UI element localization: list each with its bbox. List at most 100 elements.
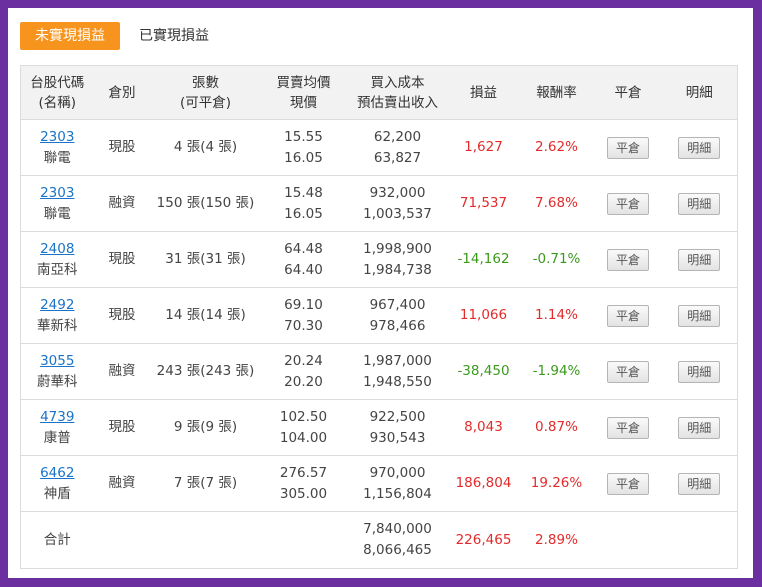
detail-button[interactable]: 明細 (678, 136, 721, 159)
stock-name: 康普 (43, 429, 71, 446)
avg-price: 276.57 (279, 464, 328, 481)
pnl-value: -38,450 (448, 343, 519, 400)
cost-cell: 62,200 63,827 (346, 119, 449, 176)
table-body: 2303 聯電 現股 4 張(4 張) 15.55 16.05 62,200 63,827 1,… (20, 119, 738, 512)
price-cell: 20.24 20.20 (260, 343, 347, 400)
header-cost: 買入成本 預估賣出收入 (346, 65, 449, 120)
category: 融資 (93, 455, 151, 512)
stock-name: 神盾 (43, 485, 71, 502)
table-row: 6462 神盾 融資 7 張(7 張) 276.57 305.00 970,000 1,156… (20, 455, 738, 512)
buy-cost: 970,000 (369, 464, 426, 481)
current-price: 20.20 (284, 373, 323, 390)
stock-name: 蔚華科 (37, 373, 78, 390)
avg-price: 64.48 (284, 240, 323, 257)
stock-cell: 2408 南亞科 (20, 231, 94, 288)
close-cell: 平倉 (594, 175, 662, 232)
header-rate: 報酬率 (518, 65, 595, 120)
total-cost: 7,840,000 (363, 521, 432, 537)
table-row: 4739 康普 現股 9 張(9 張) 102.50 104.00 922,500 930,5… (20, 399, 738, 456)
return-rate: 0.87% (518, 399, 595, 456)
stock-name: 華新科 (37, 317, 78, 334)
detail-cell: 明細 (661, 119, 738, 176)
header-close: 平倉 (594, 65, 662, 120)
detail-cell: 明細 (661, 231, 738, 288)
pnl-value: 71,537 (448, 175, 519, 232)
cost-cell: 932,000 1,003,537 (346, 175, 449, 232)
table-row: 3055 蔚華科 融資 243 張(243 張) 20.24 20.20 1,987,000… (20, 343, 738, 400)
close-cell: 平倉 (594, 287, 662, 344)
tab-bar: 未實現損益 已實現損益 (20, 22, 224, 50)
close-position-button[interactable]: 平倉 (607, 472, 649, 495)
pnl-value: 11,066 (448, 287, 519, 344)
pnl-value: -14,162 (448, 231, 519, 288)
detail-cell: 明細 (661, 175, 738, 232)
shares: 14 張(14 張) (150, 287, 261, 344)
pnl-value: 186,804 (448, 455, 519, 512)
close-cell: 平倉 (594, 119, 662, 176)
detail-button[interactable]: 明細 (678, 248, 721, 271)
buy-cost: 1,987,000 (363, 352, 432, 369)
shares: 7 張(7 張) (150, 455, 261, 512)
close-cell: 平倉 (594, 343, 662, 400)
stock-code-link[interactable]: 2492 (21, 295, 94, 316)
est-revenue: 1,948,550 (363, 373, 432, 390)
avg-price: 15.55 (284, 128, 323, 145)
est-revenue: 978,466 (369, 317, 426, 334)
price-cell: 69.10 70.30 (260, 287, 347, 344)
return-rate: 19.26% (518, 455, 595, 512)
detail-button[interactable]: 明細 (678, 416, 721, 439)
stock-code-link[interactable]: 6462 (21, 463, 94, 484)
tab-unrealized[interactable]: 未實現損益 (20, 22, 120, 50)
close-position-button[interactable]: 平倉 (607, 136, 649, 159)
cost-cell: 967,400 978,466 (346, 287, 449, 344)
pnl-value: 1,627 (448, 119, 519, 176)
stock-code-link[interactable]: 2303 (21, 127, 94, 148)
table-row: 2303 聯電 融資 150 張(150 張) 15.48 16.05 932,000 1,0… (20, 175, 738, 232)
close-position-button[interactable]: 平倉 (607, 192, 649, 215)
tab-realized[interactable]: 已實現損益 (124, 22, 224, 50)
header-detail: 明細 (661, 65, 738, 120)
price-cell: 15.55 16.05 (260, 119, 347, 176)
header-pnl: 損益 (448, 65, 519, 120)
stock-code-link[interactable]: 2408 (21, 239, 94, 260)
category: 融資 (93, 343, 151, 400)
close-position-button[interactable]: 平倉 (607, 304, 649, 327)
close-position-button[interactable]: 平倉 (607, 360, 649, 383)
avg-price: 102.50 (279, 408, 328, 425)
stock-code-link[interactable]: 2303 (21, 183, 94, 204)
price-cell: 15.48 16.05 (260, 175, 347, 232)
return-rate: -1.94% (518, 343, 595, 400)
return-rate: 7.68% (518, 175, 595, 232)
total-label: 合計 (20, 511, 94, 569)
stock-cell: 2492 華新科 (20, 287, 94, 344)
detail-button[interactable]: 明細 (678, 304, 721, 327)
stock-cell: 4739 康普 (20, 399, 94, 456)
cost-cell: 922,500 930,543 (346, 399, 449, 456)
cost-cell: 1,998,900 1,984,738 (346, 231, 449, 288)
detail-button[interactable]: 明細 (678, 192, 721, 215)
stock-code-link[interactable]: 3055 (21, 351, 94, 372)
detail-button[interactable]: 明細 (678, 472, 721, 495)
shares: 4 張(4 張) (150, 119, 261, 176)
category: 現股 (93, 399, 151, 456)
buy-cost: 922,500 (369, 408, 426, 425)
current-price: 305.00 (279, 485, 328, 502)
cost-cell: 970,000 1,156,804 (346, 455, 449, 512)
header-code: 台股代碼 (名稱) (20, 65, 94, 120)
stock-cell: 2303 聯電 (20, 175, 94, 232)
total-rate: 2.89% (518, 511, 595, 569)
table-row: 2303 聯電 現股 4 張(4 張) 15.55 16.05 62,200 63,827 1,… (20, 119, 738, 176)
category: 融資 (93, 175, 151, 232)
close-position-button[interactable]: 平倉 (607, 416, 649, 439)
total-revenue: 8,066,465 (363, 542, 432, 558)
close-cell: 平倉 (594, 231, 662, 288)
close-cell: 平倉 (594, 399, 662, 456)
detail-button[interactable]: 明細 (678, 360, 721, 383)
table-row: 2492 華新科 現股 14 張(14 張) 69.10 70.30 967,400 978,… (20, 287, 738, 344)
close-position-button[interactable]: 平倉 (607, 248, 649, 271)
detail-cell: 明細 (661, 287, 738, 344)
detail-cell: 明細 (661, 399, 738, 456)
stock-code-link[interactable]: 4739 (21, 407, 94, 428)
shares: 150 張(150 張) (150, 175, 261, 232)
shares: 31 張(31 張) (150, 231, 261, 288)
